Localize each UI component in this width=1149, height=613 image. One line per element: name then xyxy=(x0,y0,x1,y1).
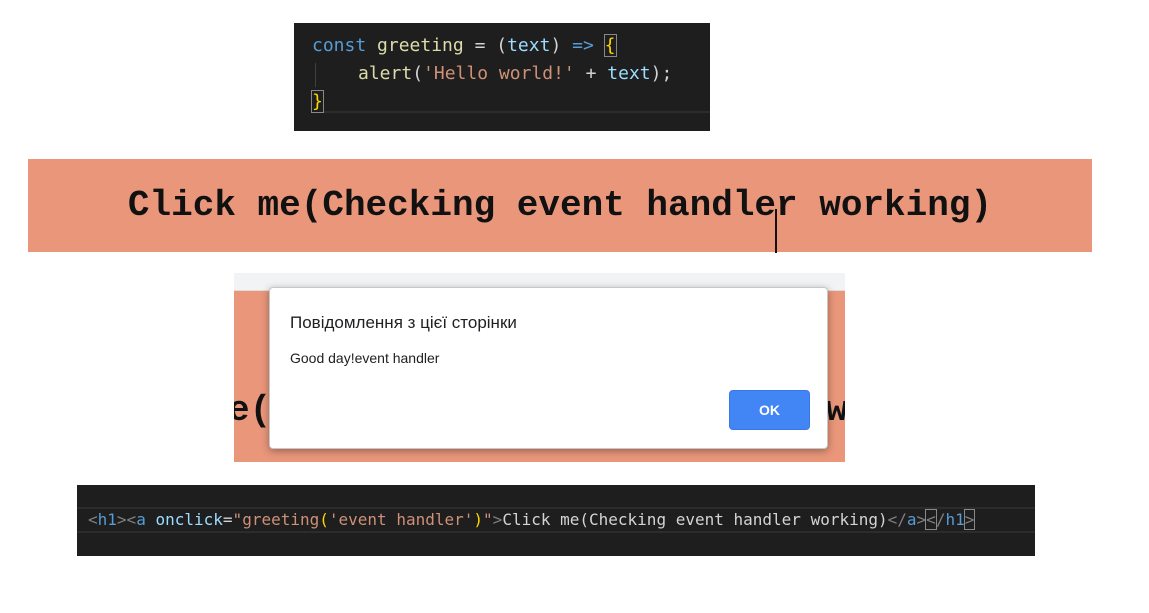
brace-close: } xyxy=(311,90,324,113)
paren-close: ) xyxy=(550,35,562,56)
arrow-operator: => xyxy=(561,35,605,56)
attr-quote-open: " xyxy=(232,510,243,529)
tag-bracket: < xyxy=(88,510,98,529)
code-editor-js: const greeting = (text) => { alert('Hell… xyxy=(294,23,710,131)
current-line-highlight xyxy=(324,111,710,131)
code-line-3: } xyxy=(311,88,324,116)
link-text-after-caret: r working) xyxy=(776,185,993,226)
tag-bracket: </ xyxy=(887,510,907,529)
equals-sign: = xyxy=(463,35,497,56)
attr-quote-close: " xyxy=(483,510,493,529)
tag-slash: / xyxy=(935,510,946,529)
paren-open: ( xyxy=(496,35,508,56)
alert-call: alert xyxy=(358,63,413,84)
string-literal: 'Hello world!' xyxy=(423,63,575,84)
code-line-2: alert('Hello world!' + text); xyxy=(358,60,672,88)
param-text: text xyxy=(507,35,551,56)
attr-onclick: onclick xyxy=(155,510,223,529)
code-editor-html: <h1><a onclick="greeting('event handler'… xyxy=(77,485,1035,556)
tag-bracket-matched: < xyxy=(925,509,937,530)
ok-button[interactable]: OK xyxy=(729,390,810,430)
attr-value-fn: greeting xyxy=(242,510,320,529)
alert-title: Повідомлення з цієї сторінки xyxy=(290,313,517,332)
background-heading-right: w xyxy=(826,390,845,431)
var-text: text xyxy=(607,63,651,84)
attr-equals: = xyxy=(222,510,233,529)
tag-bracket: > xyxy=(492,510,503,529)
paren-open: ( xyxy=(412,63,424,84)
tag-bracket-matched: > xyxy=(963,509,976,530)
tag-bracket: < xyxy=(126,510,137,529)
link-text-before-caret: Click me(Checking event handle xyxy=(127,185,777,226)
brace-open: { xyxy=(603,34,617,57)
click-me-link[interactable]: Click me(Checking event handle r working) xyxy=(127,185,993,253)
plus-operator: + xyxy=(574,63,608,84)
tag-a-open: a xyxy=(136,510,146,529)
browser-alert-screenshot: e( w Повідомлення з цієї сторінки Good d… xyxy=(234,273,845,462)
tag-bracket: > xyxy=(916,510,927,529)
attr-value-paren-close: ) xyxy=(473,510,484,529)
code-line-html: <h1><a onclick="greeting('event handler'… xyxy=(88,507,976,533)
code-line-1: const greeting = (text) => { xyxy=(312,32,617,60)
tag-h1-open: h1 xyxy=(97,510,117,529)
tag-a-close: a xyxy=(906,510,917,529)
attr-value-arg: 'event handler' xyxy=(328,510,474,529)
tag-h1-close: h1 xyxy=(945,510,965,529)
alert-dialog: Повідомлення з цієї сторінки Good day!ev… xyxy=(269,287,828,449)
alert-message: Good day!event handler xyxy=(290,350,440,366)
heading-banner: Click me(Checking event handle r working) xyxy=(28,159,1092,253)
indent-guide xyxy=(315,63,316,87)
link-text: Click me(Checking event handler working) xyxy=(502,510,888,529)
semicolon: ; xyxy=(661,63,673,84)
keyword-const: const xyxy=(312,35,367,56)
background-heading-left: e( xyxy=(234,390,272,431)
attr-value-paren-open: ( xyxy=(319,510,329,529)
paren-close: ) xyxy=(650,63,662,84)
function-name: greeting xyxy=(377,35,464,56)
tag-bracket: > xyxy=(116,510,127,529)
